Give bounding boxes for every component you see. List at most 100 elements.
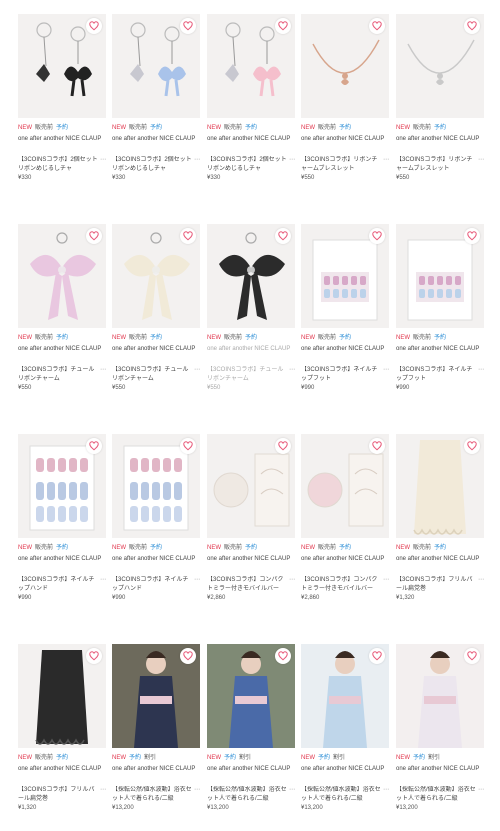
product-name[interactable]: 【3COINSコラボ】2個セットリボンめじるしチャ: [18, 156, 98, 174]
product-image[interactable]: [18, 14, 106, 118]
brand-name[interactable]: one after another NICE CLAUP: [396, 555, 484, 573]
product-card[interactable]: NEW 販売前 予約 one after another NICE CLAUP 【3CO…: [301, 14, 389, 194]
product-image[interactable]: [112, 224, 200, 328]
product-card[interactable]: NEW 予約 割引 one after another NICE CLAUP 【採転公然…: [396, 644, 484, 824]
product-card[interactable]: NEW 販売前 予約 one after another NICE CLAUP 【3CO…: [112, 434, 200, 614]
product-name[interactable]: 【3COINSコラボ】リボンチャームブレスレット: [396, 156, 476, 174]
product-card[interactable]: NEW 販売前 予約 one after another NICE CLAUP 【3CO…: [301, 434, 389, 614]
product-card[interactable]: NEW 販売前 予約 one after another NICE CLAUP 【3CO…: [301, 224, 389, 404]
product-image[interactable]: [18, 224, 106, 328]
product-name[interactable]: 【採転公然/値水波動】浴衣セット人で着られる/二級: [396, 786, 476, 804]
brand-name[interactable]: one after another NICE CLAUP: [301, 135, 389, 153]
product-name[interactable]: 【3COINSコラボ】フリルパール扁党巻: [396, 576, 476, 594]
product-name[interactable]: 【3COINSコラボ】2個セットリボンめじるしチャ: [207, 156, 287, 174]
brand-name[interactable]: one after another NICE CLAUP: [207, 345, 295, 363]
product-name[interactable]: 【3COINSコラボ】ネイルチップフット: [396, 366, 476, 384]
product-image[interactable]: [396, 644, 484, 748]
product-image[interactable]: [207, 14, 295, 118]
product-name[interactable]: 【採転公然/値水波動】浴衣セット人で着られる/二級: [207, 786, 287, 804]
product-image[interactable]: [396, 224, 484, 328]
favorite-button[interactable]: [464, 18, 480, 34]
product-name[interactable]: 【3COINSコラボ】チュールリボンチャーム: [18, 366, 98, 384]
more-icon[interactable]: ⋯: [383, 786, 389, 804]
favorite-button[interactable]: [464, 648, 480, 664]
more-icon[interactable]: ⋯: [383, 156, 389, 174]
product-image[interactable]: [112, 434, 200, 538]
brand-name[interactable]: one after another NICE CLAUP: [207, 765, 295, 783]
brand-name[interactable]: one after another NICE CLAUP: [301, 345, 389, 363]
product-image[interactable]: [18, 644, 106, 748]
brand-name[interactable]: one after another NICE CLAUP: [396, 135, 484, 153]
more-icon[interactable]: ⋯: [100, 576, 106, 594]
favorite-button[interactable]: [86, 228, 102, 244]
favorite-button[interactable]: [464, 228, 480, 244]
product-name[interactable]: 【3COINSコラボ】ネイルチップフット: [301, 366, 381, 384]
brand-name[interactable]: one after another NICE CLAUP: [18, 345, 106, 363]
product-card[interactable]: NEW 販売前 予約 one after another NICE CLAUP 【3CO…: [207, 14, 295, 194]
brand-name[interactable]: one after another NICE CLAUP: [112, 765, 200, 783]
product-image[interactable]: [301, 224, 389, 328]
product-card[interactable]: NEW 予約 割引 one after another NICE CLAUP 【採転公然…: [207, 644, 295, 824]
product-name[interactable]: 【3COINSコラボ】ネイルチップハンド: [112, 576, 192, 594]
more-icon[interactable]: ⋯: [478, 156, 484, 174]
product-image[interactable]: [301, 644, 389, 748]
brand-name[interactable]: one after another NICE CLAUP: [112, 345, 200, 363]
more-icon[interactable]: ⋯: [383, 366, 389, 384]
product-image[interactable]: [301, 434, 389, 538]
product-card[interactable]: NEW 予約 割引 one after another NICE CLAUP 【採転公然…: [112, 644, 200, 824]
product-name[interactable]: 【3COINSコラボ】2個セットリボンめじるしチャ: [112, 156, 192, 174]
product-name[interactable]: 【3COINSコラボ】ネイルチップハンド: [18, 576, 98, 594]
favorite-button[interactable]: [180, 648, 196, 664]
favorite-button[interactable]: [86, 648, 102, 664]
more-icon[interactable]: ⋯: [194, 366, 200, 384]
more-icon[interactable]: ⋯: [478, 366, 484, 384]
product-name[interactable]: 【採転公然/値水波動】浴衣セット人で着られる/二級: [112, 786, 192, 804]
brand-name[interactable]: one after another NICE CLAUP: [18, 765, 106, 783]
product-card[interactable]: NEW 販売前 予約 one after another NICE CLAUP 【3CO…: [18, 14, 106, 194]
product-image[interactable]: [301, 14, 389, 118]
favorite-button[interactable]: [369, 648, 385, 664]
product-card[interactable]: NEW 販売前 予約 one after another NICE CLAUP 【3CO…: [396, 14, 484, 194]
brand-name[interactable]: one after another NICE CLAUP: [396, 765, 484, 783]
more-icon[interactable]: ⋯: [289, 366, 295, 384]
product-image[interactable]: [396, 14, 484, 118]
favorite-button[interactable]: [464, 438, 480, 454]
product-card[interactable]: NEW 販売前 予約 one after another NICE CLAUP 【3CO…: [207, 224, 295, 404]
favorite-button[interactable]: [275, 648, 291, 664]
product-card[interactable]: NEW 販売前 予約 one after another NICE CLAUP 【3CO…: [112, 224, 200, 404]
product-name[interactable]: 【3COINSコラボ】フリルパール扁党巻: [18, 786, 98, 804]
more-icon[interactable]: ⋯: [100, 156, 106, 174]
more-icon[interactable]: ⋯: [478, 576, 484, 594]
brand-name[interactable]: one after another NICE CLAUP: [207, 135, 295, 153]
product-name[interactable]: 【3COINSコラボ】チュールリボンチャーム: [207, 366, 287, 384]
more-icon[interactable]: ⋯: [289, 786, 295, 804]
favorite-button[interactable]: [180, 18, 196, 34]
more-icon[interactable]: ⋯: [289, 576, 295, 594]
more-icon[interactable]: ⋯: [289, 156, 295, 174]
more-icon[interactable]: ⋯: [478, 786, 484, 804]
product-card[interactable]: NEW 販売前 予約 one after another NICE CLAUP 【3CO…: [396, 434, 484, 614]
favorite-button[interactable]: [86, 18, 102, 34]
brand-name[interactable]: one after another NICE CLAUP: [396, 345, 484, 363]
brand-name[interactable]: one after another NICE CLAUP: [207, 555, 295, 573]
product-image[interactable]: [396, 434, 484, 538]
product-card[interactable]: NEW 販売前 予約 one after another NICE CLAUP 【3CO…: [18, 224, 106, 404]
product-image[interactable]: [112, 14, 200, 118]
product-name[interactable]: 【3COINSコラボ】チュールリボンチャーム: [112, 366, 192, 384]
product-name[interactable]: 【3COINSコラボ】コンパクトミラー付きモバイルバー: [301, 576, 381, 594]
brand-name[interactable]: one after another NICE CLAUP: [301, 555, 389, 573]
favorite-button[interactable]: [369, 18, 385, 34]
favorite-button[interactable]: [180, 438, 196, 454]
more-icon[interactable]: ⋯: [100, 366, 106, 384]
favorite-button[interactable]: [275, 18, 291, 34]
product-card[interactable]: NEW 販売前 予約 one after another NICE CLAUP 【3CO…: [112, 14, 200, 194]
product-image[interactable]: [18, 434, 106, 538]
product-card[interactable]: NEW 販売前 予約 one after another NICE CLAUP 【3CO…: [396, 224, 484, 404]
product-name[interactable]: 【3COINSコラボ】コンパクトミラー付きモバイルバー: [207, 576, 287, 594]
product-card[interactable]: NEW 予約 割引 one after another NICE CLAUP 【採転公然…: [301, 644, 389, 824]
product-card[interactable]: NEW 販売前 予約 one after another NICE CLAUP 【3CO…: [18, 434, 106, 614]
product-card[interactable]: NEW 販売前 予約 one after another NICE CLAUP 【3CO…: [18, 644, 106, 824]
product-image[interactable]: [207, 644, 295, 748]
brand-name[interactable]: one after another NICE CLAUP: [112, 135, 200, 153]
more-icon[interactable]: ⋯: [194, 576, 200, 594]
